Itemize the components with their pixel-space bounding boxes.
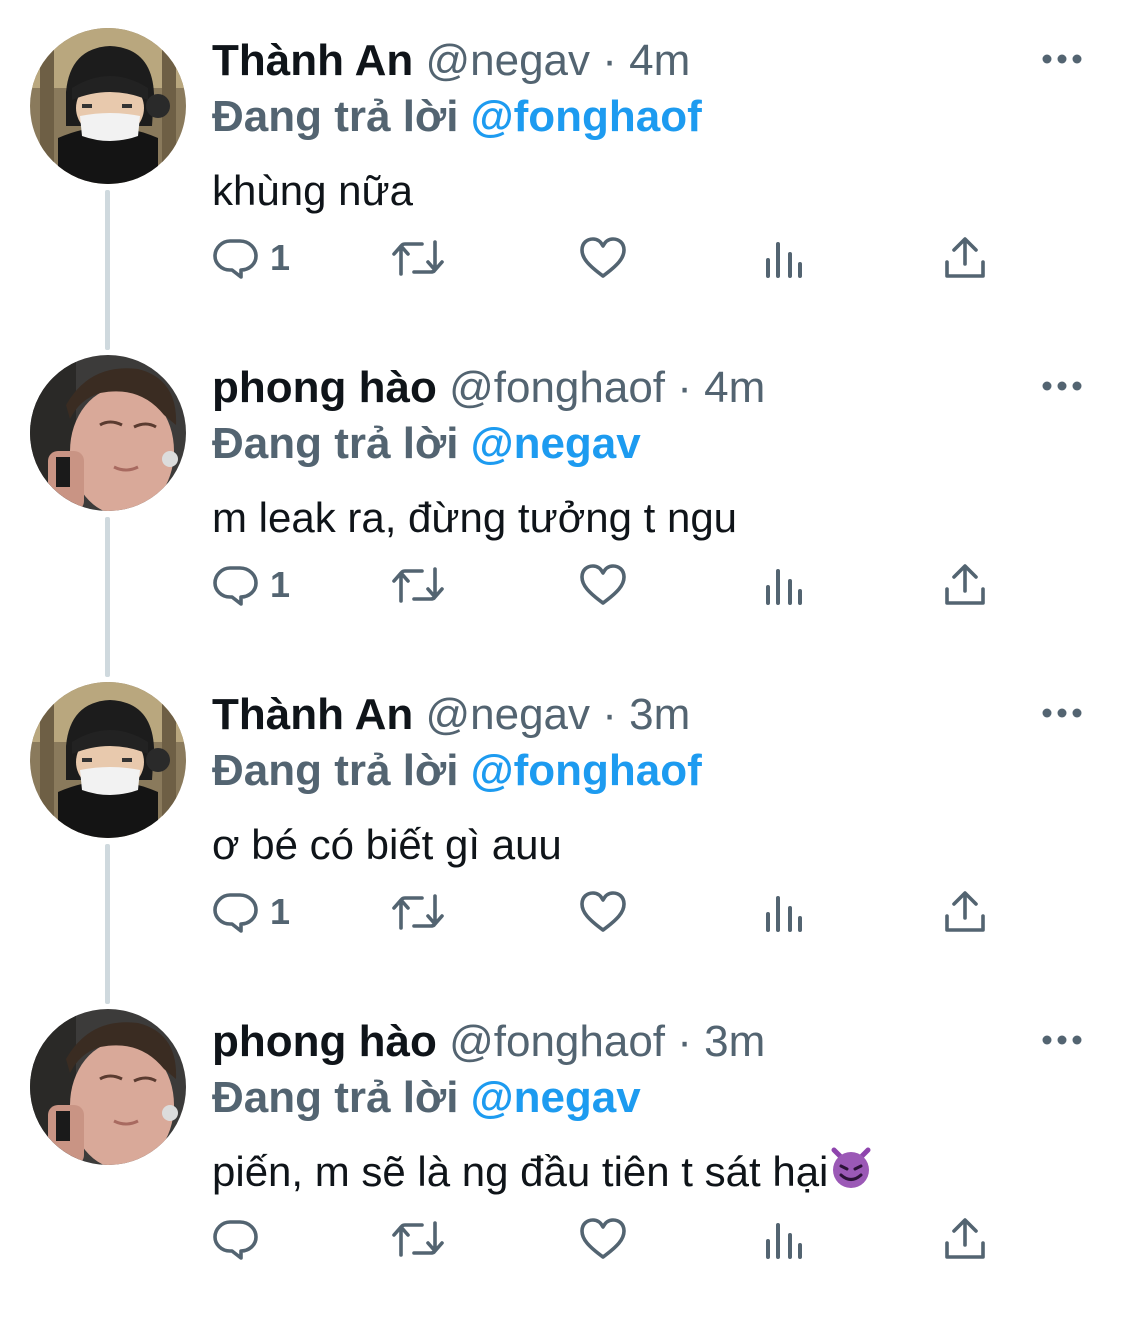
tweet-text: khùng nữa: [212, 167, 413, 214]
retweet-button[interactable]: [388, 1209, 448, 1269]
heart-icon: [580, 1218, 626, 1259]
retweet-button[interactable]: [388, 228, 448, 288]
timestamp[interactable]: 4m: [629, 36, 690, 85]
reply-mention-link[interactable]: @fonghaof: [471, 92, 702, 141]
reply-icon: [213, 1220, 258, 1260]
more-icon[interactable]: [1040, 1025, 1084, 1055]
replying-to: Đang trả lời @fonghaof: [212, 88, 702, 146]
share-icon: [945, 1218, 985, 1259]
retweet-button[interactable]: [388, 882, 448, 942]
heart-icon: [580, 891, 626, 932]
timestamp[interactable]: 3m: [629, 690, 690, 739]
tweet-header: Thành An @negav · 3m: [212, 684, 690, 746]
views-icon: [766, 1223, 802, 1259]
action-bar: 1: [212, 555, 1012, 615]
separator-dot: ·: [602, 690, 617, 739]
user-handle[interactable]: @fonghaof: [449, 1017, 665, 1066]
replying-to: Đang trả lời @negav: [212, 415, 641, 473]
more-icon[interactable]: [1040, 698, 1084, 728]
action-bar: 1: [212, 882, 1012, 942]
timestamp[interactable]: 4m: [704, 363, 765, 412]
smiling-devil-emoji: [831, 1147, 871, 1188]
share-button[interactable]: [942, 228, 988, 288]
display-name[interactable]: phong hào: [212, 1017, 437, 1066]
share-icon: [945, 891, 985, 932]
user-handle[interactable]: @fonghaof: [449, 363, 665, 412]
views-button[interactable]: [762, 228, 806, 288]
replying-to-label: Đang trả lời: [212, 746, 459, 795]
reply-button[interactable]: 1: [212, 228, 290, 288]
share-button[interactable]: [942, 555, 988, 615]
retweet-icon: [392, 1221, 444, 1257]
heart-icon: [580, 237, 626, 278]
tweet-text: ơ bé có biết gì auu: [212, 821, 562, 868]
user-handle[interactable]: @negav: [425, 690, 590, 739]
tweet[interactable]: Thành An @negav · 3m Đang trả lời @fongh…: [0, 654, 1125, 981]
share-icon: [945, 564, 985, 605]
tweet[interactable]: Thành An @negav · 4m Đang trả lời @fongh…: [0, 0, 1125, 327]
share-icon: [945, 237, 985, 278]
views-button[interactable]: [762, 1209, 806, 1269]
like-button[interactable]: [578, 882, 628, 942]
tweet-text: m leak ra, đừng tưởng t ngu: [212, 494, 738, 541]
retweet-button[interactable]: [388, 555, 448, 615]
reply-count: 1: [270, 237, 291, 278]
tweet[interactable]: phong hào @fonghaof · 4m Đang trả lời @n…: [0, 327, 1125, 654]
separator-dot: ·: [677, 1017, 692, 1066]
reply-count: 1: [270, 564, 291, 605]
reply-icon: [213, 893, 258, 933]
heart-icon: [580, 564, 626, 605]
avatar[interactable]: [30, 28, 186, 184]
like-button[interactable]: [578, 1209, 628, 1269]
views-icon: [766, 896, 802, 932]
like-button[interactable]: [578, 555, 628, 615]
replying-to-label: Đang trả lời: [212, 419, 459, 468]
retweet-icon: [392, 567, 444, 603]
separator-dot: ·: [677, 363, 692, 412]
like-button[interactable]: [578, 228, 628, 288]
reply-mention-link[interactable]: @fonghaof: [471, 746, 702, 795]
separator-dot: ·: [602, 36, 617, 85]
timestamp[interactable]: 3m: [704, 1017, 765, 1066]
tweet-header: Thành An @negav · 4m: [212, 30, 690, 92]
views-button[interactable]: [762, 882, 806, 942]
reply-thread: Thành An @negav · 4m Đang trả lời @fongh…: [0, 0, 1125, 1330]
tweet-header: phong hào @fonghaof · 4m: [212, 357, 765, 419]
views-icon: [766, 569, 802, 605]
views-button[interactable]: [762, 555, 806, 615]
user-handle[interactable]: @negav: [425, 36, 590, 85]
retweet-icon: [392, 894, 444, 930]
replying-to-label: Đang trả lời: [212, 92, 459, 141]
action-bar: [212, 1209, 1012, 1269]
action-bar: 1: [212, 228, 1012, 288]
replying-to-label: Đang trả lời: [212, 1073, 459, 1122]
avatar[interactable]: [30, 1009, 186, 1165]
avatar[interactable]: [30, 355, 186, 511]
views-icon: [766, 242, 802, 278]
more-icon[interactable]: [1040, 371, 1084, 401]
reply-mention-link[interactable]: @negav: [471, 419, 641, 468]
display-name[interactable]: Thành An: [212, 690, 413, 739]
tweet-text: piến, m sẽ là ng đầu tiên t sát hại: [212, 1141, 874, 1203]
more-icon[interactable]: [1040, 44, 1084, 74]
tweet-text-content: piến, m sẽ là ng đầu tiên t sát hại: [212, 1148, 829, 1195]
reply-button[interactable]: [212, 1209, 270, 1269]
replying-to: Đang trả lời @fonghaof: [212, 742, 702, 800]
tweet[interactable]: phong hào @fonghaof · 3m Đang trả lời @n…: [0, 981, 1125, 1308]
display-name[interactable]: phong hào: [212, 363, 437, 412]
retweet-icon: [392, 240, 444, 276]
reply-mention-link[interactable]: @negav: [471, 1073, 641, 1122]
reply-button[interactable]: 1: [212, 882, 290, 942]
share-button[interactable]: [942, 882, 988, 942]
reply-button[interactable]: 1: [212, 555, 290, 615]
replying-to: Đang trả lời @negav: [212, 1069, 641, 1127]
avatar[interactable]: [30, 682, 186, 838]
share-button[interactable]: [942, 1209, 988, 1269]
reply-icon: [213, 239, 258, 279]
reply-count: 1: [270, 891, 291, 932]
tweet-header: phong hào @fonghaof · 3m: [212, 1011, 765, 1073]
reply-icon: [213, 566, 258, 606]
display-name[interactable]: Thành An: [212, 36, 413, 85]
